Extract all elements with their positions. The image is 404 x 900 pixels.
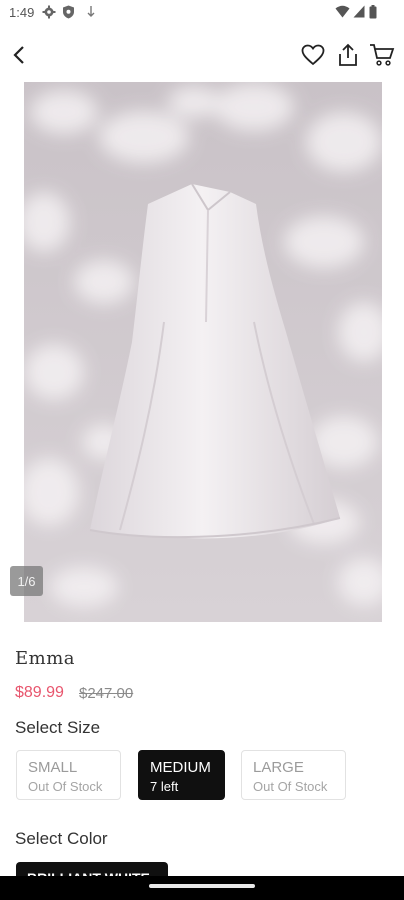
share-icon <box>339 43 357 66</box>
color-section-heading: Select Color <box>15 829 108 848</box>
original-price: $247.00 <box>79 685 134 702</box>
home-indicator[interactable] <box>149 884 255 888</box>
back-arrow-icon <box>13 46 24 64</box>
download-icon <box>87 6 95 17</box>
product-name: Emma <box>15 648 76 669</box>
size-option-status: Out Of Stock <box>28 779 103 794</box>
sale-price: $89.99 <box>15 684 64 701</box>
gear-icon <box>42 5 56 19</box>
size-option-status: 7 left <box>150 779 179 794</box>
image-counter: 1/6 <box>10 566 43 596</box>
size-option-medium[interactable]: MEDIUM 7 left <box>138 750 225 800</box>
status-time: 1:49 <box>9 5 35 20</box>
size-option-name: SMALL <box>28 759 78 776</box>
signal-icon <box>353 5 365 18</box>
size-section-heading: Select Size <box>15 718 101 737</box>
share-button[interactable] <box>334 41 362 69</box>
size-option-name: LARGE <box>253 759 304 776</box>
cart-button[interactable] <box>368 41 396 69</box>
navigation-bar <box>0 876 404 900</box>
status-bar: 1:49 <box>0 0 404 26</box>
shield-icon <box>63 5 74 19</box>
size-option-name: MEDIUM <box>150 759 211 776</box>
size-option-large[interactable]: LARGE Out Of Stock <box>241 750 346 800</box>
size-option-small[interactable]: SMALL Out Of Stock <box>16 750 121 800</box>
cart-icon <box>370 44 395 66</box>
product-image-carousel[interactable]: 1/6 <box>0 82 404 624</box>
app-header <box>0 26 404 82</box>
wifi-icon <box>335 5 350 18</box>
product-photo <box>24 82 382 622</box>
favorite-button[interactable] <box>299 41 327 69</box>
heart-icon <box>301 44 325 66</box>
size-option-status: Out Of Stock <box>253 779 328 794</box>
battery-icon <box>369 5 377 19</box>
back-button[interactable] <box>6 41 34 69</box>
